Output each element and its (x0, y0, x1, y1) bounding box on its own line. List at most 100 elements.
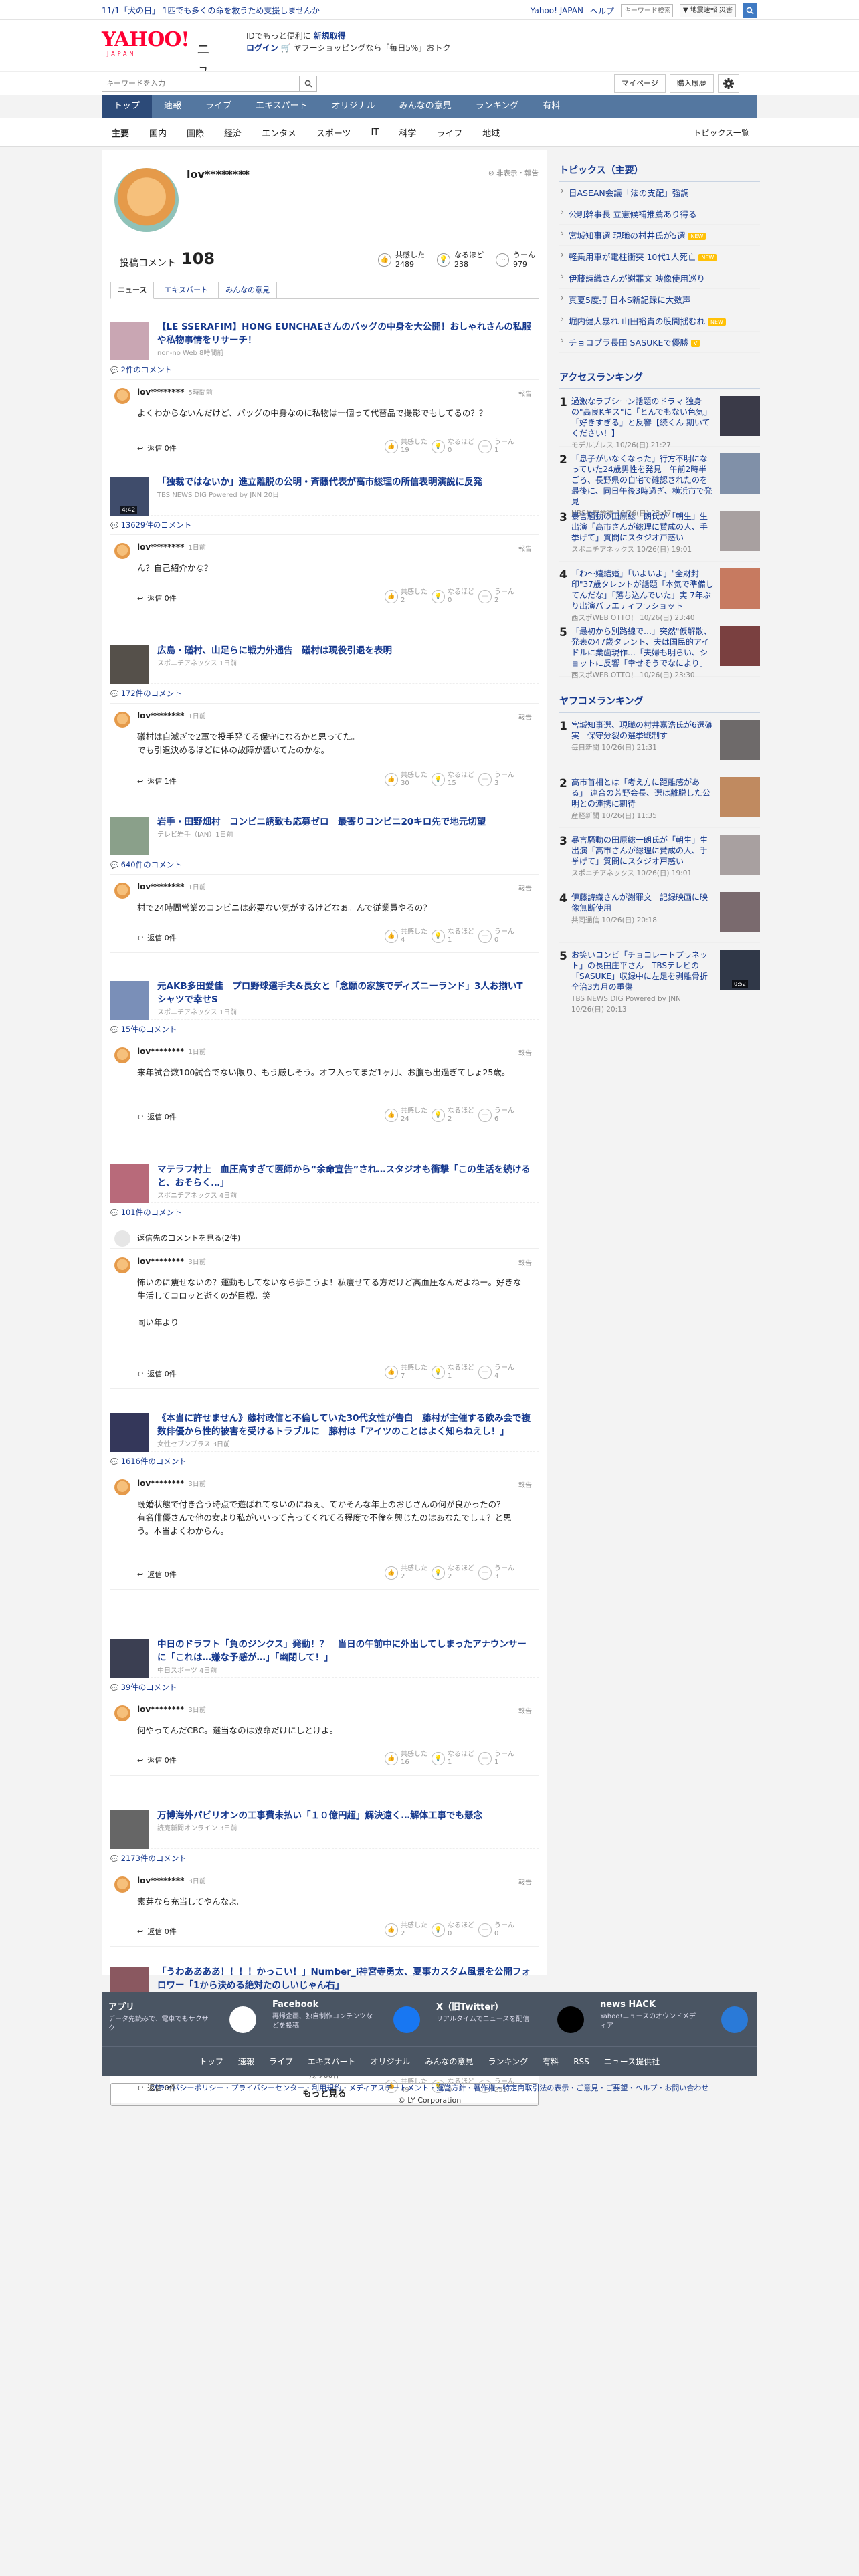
footer-app-3[interactable]: news HACK Yahoo!ニュースのオウンドメディア (593, 1992, 757, 2046)
gnav-item[interactable]: オリジナル (320, 95, 387, 118)
report-link[interactable]: 報告 (518, 1876, 532, 1887)
gnav-item[interactable]: トップ (102, 95, 153, 118)
gnav-item[interactable]: ランキング (464, 95, 531, 118)
comment-count-link[interactable]: 💬 2173件のコメント (110, 1853, 187, 1864)
comment-count-link[interactable]: 💬 1616件のコメント (110, 1456, 187, 1467)
reaction-button-r2[interactable]: 💡 なるほど 2 (432, 1107, 474, 1123)
tab-2[interactable]: みんなの意見 (218, 282, 278, 298)
article-thumbnail[interactable] (110, 981, 149, 1020)
reply-button[interactable]: ↩ 返信 0件 (137, 443, 177, 453)
reaction-button-r3[interactable]: ⋯ うーん 0 (478, 928, 514, 944)
report-link[interactable]: 報告 (518, 1705, 532, 1715)
reaction-button-r2[interactable]: 💡 なるほど 0 (432, 1922, 474, 1938)
login-link[interactable]: ログイン (246, 43, 278, 53)
subnav-item[interactable]: スポーツ (306, 126, 361, 139)
report-link[interactable]: 報告 (518, 712, 532, 722)
reaction-button-r1[interactable]: 👍 共感した 24 (385, 1107, 427, 1123)
subnav-item[interactable]: 経済 (214, 126, 252, 139)
gnav-item[interactable]: 速報 (152, 95, 193, 118)
topic-item[interactable]: 公明幹事長 立憲候補推薦あり得る (559, 203, 760, 225)
reply-button[interactable]: ↩ 返信 0件 (137, 1569, 177, 1580)
topic-item[interactable]: チョコプラ長田 SASUKEで優勝V (559, 332, 760, 353)
reaction-button-r1[interactable]: 👍 共感した 2 (385, 1565, 427, 1581)
ranking-item[interactable]: 3 暴言騒動の田原総一朗氏が「朝生」生出演「高市さんが総理に賛成の人、手挙げて」質… (559, 828, 760, 885)
topic-item[interactable]: 日ASEAN会議「法の支配」強調 (559, 182, 760, 203)
signup-link[interactable]: 新規取得 (314, 31, 346, 41)
reaction-button-r3[interactable]: ⋯ うーん 1 (478, 439, 514, 455)
reaction-button-r3[interactable]: ⋯ うーん 2 (478, 588, 514, 605)
comment-count-link[interactable]: 💬 640件のコメント (110, 859, 182, 870)
footer-nav-item[interactable]: みんなの意見 (425, 2056, 474, 2067)
topic-item[interactable]: 軽乗用車が電柱衝突 10代1人死亡NEW (559, 246, 760, 267)
reaction-button-r3[interactable]: ⋯ うーん 3 (478, 772, 514, 788)
mypage-button[interactable]: マイページ (614, 74, 666, 93)
reaction-button-r2[interactable]: 💡 なるほど 1 (432, 1364, 474, 1380)
purchase-history-button[interactable]: 購入履歴 (669, 74, 714, 93)
gnav-item[interactable]: みんなの意見 (387, 95, 464, 118)
reply-button[interactable]: ↩ 返信 0件 (137, 1368, 177, 1379)
reaction-button-r3[interactable]: ⋯ うーん 6 (478, 1107, 514, 1123)
article-thumbnail[interactable] (110, 1413, 149, 1452)
footer-app-2[interactable]: X（旧Twitter） リアルタイムでニュースを配信 (430, 1992, 593, 2046)
ranking-item[interactable]: 2 「息子がいなくなった」行方不明になっていた24歳男性を発見 午前2時半ごろ、長… (559, 447, 760, 518)
report-link[interactable]: 報告 (518, 1257, 532, 1267)
topics-list-link[interactable]: トピックス一覧 (693, 127, 757, 138)
reaction-button-r1[interactable]: 👍 共感した 19 (385, 439, 427, 455)
comment-count-link[interactable]: 💬 2件のコメント (110, 364, 172, 375)
footer-nav-item[interactable]: オリジナル (371, 2056, 411, 2067)
topic-item[interactable]: 真夏5度打 日本S新記録に大数声 (559, 289, 760, 310)
view-reply-source-link[interactable]: 返信先のコメントを見る(2件) (137, 1232, 240, 1243)
reaction-button-r1[interactable]: 👍 共感した 4 (385, 928, 427, 944)
hide-report-link[interactable]: ⊘ 非表示・報告 (488, 168, 539, 178)
comment-count-link[interactable]: 💬 101件のコメント (110, 1207, 182, 1218)
reply-button[interactable]: ↩ 返信 1件 (137, 776, 177, 786)
article-title[interactable]: 《本当に許せません》藤村政信と不倫していた30代女性が告白 藤村が主催する飲み会… (157, 1412, 532, 1452)
help-link[interactable]: ヘルプ (590, 5, 614, 17)
article-thumbnail[interactable] (110, 1639, 149, 1678)
reaction-button-r3[interactable]: ⋯ うーん 0 (478, 1922, 514, 1938)
comment-count-link[interactable]: 💬 13629件のコメント (110, 520, 191, 530)
comment-count-link[interactable]: 💬 172件のコメント (110, 688, 182, 699)
article-title[interactable]: 中日のドラフト「負のジンクス」発動！？ 当日の午前中に外出してしまったアナウンサ… (157, 1638, 532, 1678)
ranking-item[interactable]: 5 「最初から別路線で…」突然"仮解散、発表の47歳タレント、夫は国民的アイドルに… (559, 619, 760, 679)
reaction-button-r1[interactable]: 👍 共感した 2 (385, 1922, 427, 1938)
tab-0[interactable]: ニュース (110, 282, 155, 299)
reaction-button-r2[interactable]: 💡 なるほど 0 (432, 439, 474, 455)
topic-item[interactable]: 堀内健大暴れ 山田裕貴の股間揺むれNEW (559, 310, 760, 332)
footer-nav-item[interactable]: ライブ (269, 2056, 293, 2067)
tab-1[interactable]: エキスパート (157, 282, 216, 298)
subnav-item[interactable]: IT (361, 128, 389, 138)
reply-button[interactable]: ↩ 返信 0件 (137, 1111, 177, 1122)
article-thumbnail[interactable]: 4:42 (110, 477, 149, 516)
shopping-promo-link[interactable]: ヤフーショッピングなら「毎日5%」おトク (294, 43, 451, 53)
article-thumbnail[interactable] (110, 322, 149, 360)
ranking-item[interactable]: 4 伊藤詩織さんが謝罪文 記録映画に映像無断使用 共同通信 10/26(日) 20:… (559, 885, 760, 943)
article-title[interactable]: マテラフ村上 血圧高すぎて医師から“余命宣告”され…スタジオも衝撃「この生活を続… (157, 1163, 532, 1203)
report-link[interactable]: 報告 (518, 1047, 532, 1057)
report-link[interactable]: 報告 (518, 543, 532, 553)
reaction-button-r2[interactable]: 💡 なるほど 15 (432, 772, 474, 788)
ranking-item[interactable]: 1 宮城知事選、現職の村井嘉浩氏が6選確実 保守分裂の選挙戦制す 毎日新聞 10/2… (559, 713, 760, 770)
ranking-item[interactable]: 3 暴言騒動の田原総一朗氏が「朝生」生出演「高市さんが総理に賛成の人、手挙げて」質… (559, 504, 760, 562)
article-title[interactable]: 万博海外パビリオンの工事費未払い「１０億円超」解決遠く…解体工事でも懸念 読売新聞… (157, 1809, 532, 1836)
reply-button[interactable]: ↩ 返信 0件 (137, 1755, 177, 1765)
top-notice-link[interactable]: 11/1「犬の日」 1匹でも多くの命を救うため支援しませんか (102, 5, 320, 16)
report-link[interactable]: 報告 (518, 388, 532, 398)
subnav-item[interactable]: エンタメ (252, 126, 306, 139)
subnav-item[interactable]: 科学 (389, 126, 426, 139)
subnav-item[interactable]: 主要 (102, 126, 139, 139)
gnav-item[interactable]: ライブ (193, 95, 244, 118)
top-search-button[interactable] (743, 3, 757, 18)
comment-count-link[interactable]: 💬 15件のコメント (110, 1024, 177, 1035)
reaction-button-r2[interactable]: 💡 なるほど 2 (432, 1565, 474, 1581)
reaction-button-r2[interactable]: 💡 なるほど 1 (432, 928, 474, 944)
footer-app-0[interactable]: アプリ データ先読みで、電車でもサクサク (102, 1992, 266, 2046)
yahoo-japan-link[interactable]: Yahoo! JAPAN (531, 6, 583, 15)
footer-app-1[interactable]: Facebook 再帰企画、独自制作コンテンツなどを投稿 (266, 1992, 430, 2046)
ranking-item[interactable]: 4 「わ～嬉結婚」「いよいよ」"全財封印"37歳タレントが話題「本気で準備してんだ… (559, 562, 760, 622)
footer-nav-item[interactable]: 有料 (543, 2056, 559, 2067)
top-search-select[interactable]: ▼ 地震速報 災害 (679, 4, 736, 17)
footer-nav-item[interactable]: RSS (573, 2057, 589, 2066)
footer-nav-item[interactable]: ニュース提供社 (604, 2056, 660, 2067)
search-button[interactable] (299, 76, 316, 91)
